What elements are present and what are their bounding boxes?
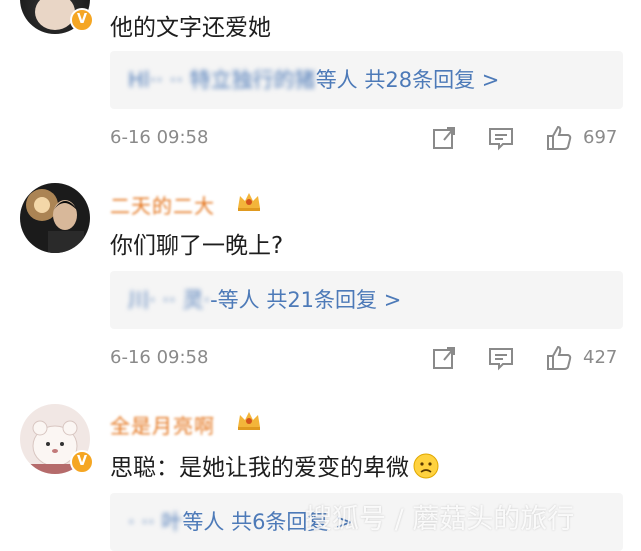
comment-icon[interactable] <box>487 344 515 372</box>
like-icon[interactable] <box>545 344 573 372</box>
repost-icon[interactable] <box>430 124 458 152</box>
crown-icon <box>238 193 260 211</box>
watermark: 搜狐号 / 蘑菇头的旅行 <box>305 504 575 535</box>
comment-meta: 6-16 09:58 697 <box>110 124 623 154</box>
user-name[interactable]: 全是月亮啊 <box>110 410 215 439</box>
comment-text: 你们聊了一晚上? <box>110 233 284 259</box>
comment-meta: 6-16 09:58 427 <box>110 344 623 374</box>
comment-time: 6-16 09:58 <box>110 127 209 148</box>
verified-badge-icon: V <box>70 8 94 32</box>
replies-count-link[interactable]: 等人 共28条回复 > <box>316 68 500 92</box>
avatar-image <box>26 189 84 253</box>
comment-text: 思聪：是她让我的爱变的卑微 <box>110 448 439 482</box>
sad-smiley-icon <box>413 453 439 479</box>
crown-icon <box>238 412 260 430</box>
replies-box[interactable]: 川· ·· 灵·-等人 共21条回复 > <box>110 271 623 329</box>
like-count: 697 <box>583 127 618 148</box>
comment-text-content: 思聪：是她让我的爱变的卑微 <box>110 455 409 481</box>
comment-icon[interactable] <box>487 124 515 152</box>
comment-time: 6-16 09:58 <box>110 347 209 368</box>
like-icon[interactable] <box>545 124 573 152</box>
repost-icon[interactable] <box>430 344 458 372</box>
replies-count-link[interactable]: -等人 共21条回复 > <box>210 288 401 312</box>
like-count: 427 <box>583 347 618 368</box>
replies-box[interactable]: Hl·· ·· 特立独行的猪等人 共28条回复 > <box>110 51 623 109</box>
reply-user-names[interactable]: Hl·· ·· 特立独行的猪 <box>128 68 316 92</box>
comment-text: 他的文字还爱她 <box>110 15 271 41</box>
user-name[interactable]: 二天的二大 <box>110 190 215 219</box>
verified-badge-icon: V <box>70 450 94 474</box>
avatar[interactable] <box>20 183 90 253</box>
reply-user-names[interactable]: · ·· 叶 <box>128 510 182 534</box>
reply-user-names[interactable]: 川· ·· 灵· <box>128 288 210 312</box>
